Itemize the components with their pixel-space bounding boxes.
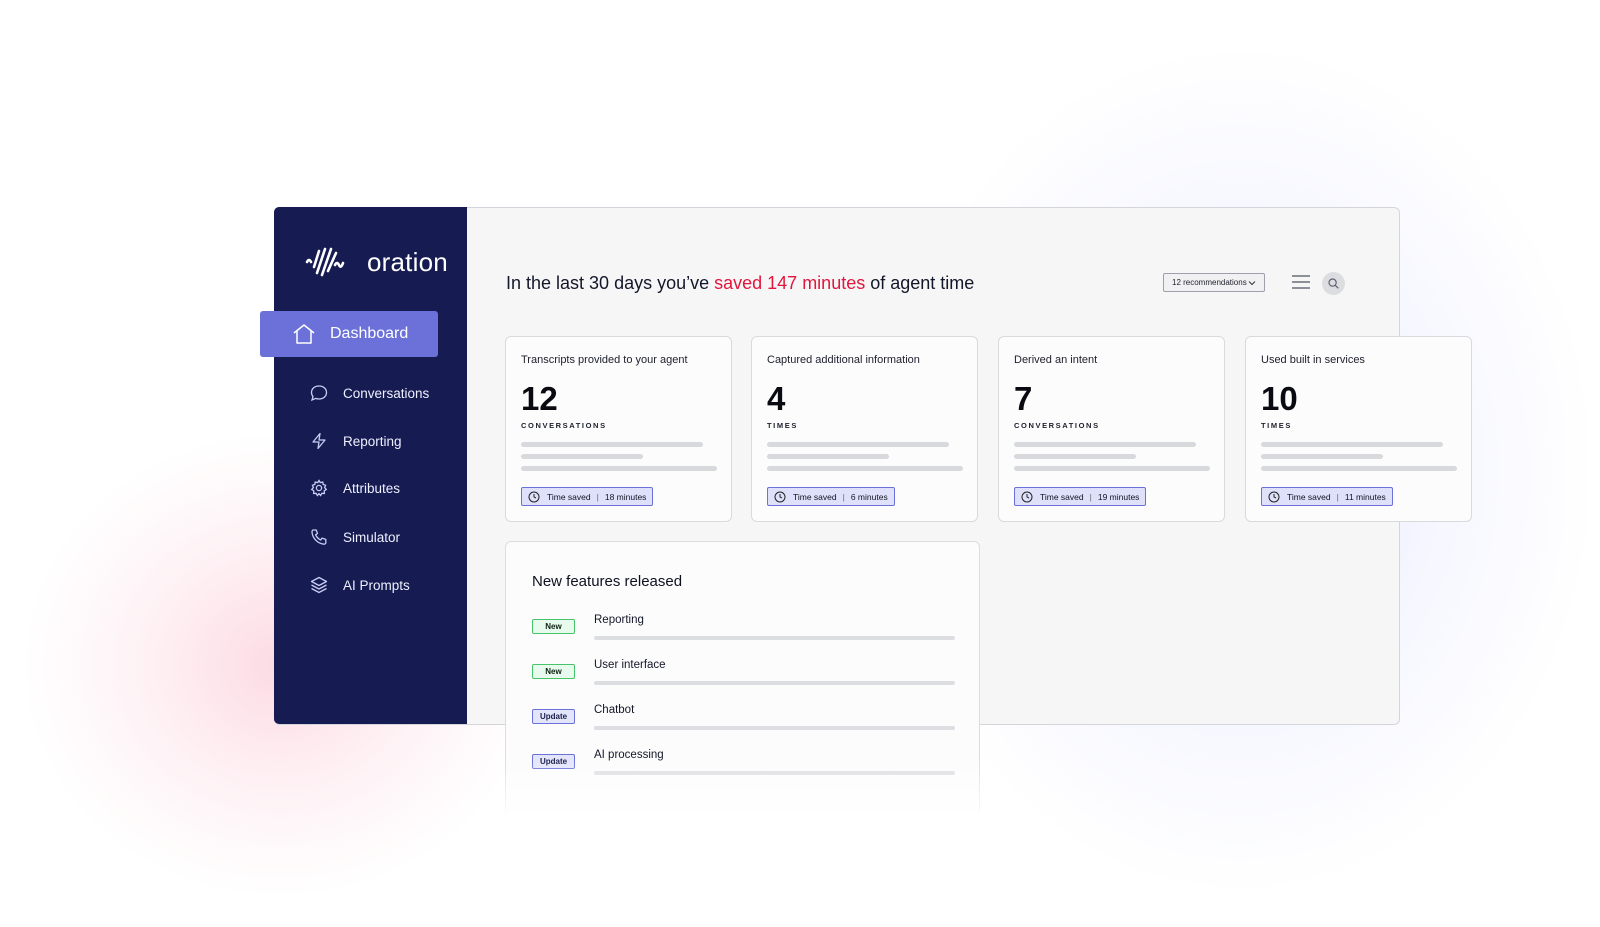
gear-icon	[310, 479, 328, 497]
time-saved-label: Time saved	[1287, 491, 1331, 502]
time-saved-value: 19 minutes	[1097, 491, 1140, 502]
card-title: Used built in services	[1261, 354, 1365, 366]
card-unit: TIMES	[1261, 421, 1292, 430]
fade-overlay	[500, 760, 985, 820]
feature-item-reporting[interactable]: New Reporting	[532, 614, 962, 644]
feature-label: User interface	[594, 659, 666, 671]
waveform-logo-icon	[305, 245, 361, 279]
time-saved-badge: Time saved | 6 minutes	[767, 487, 895, 506]
time-saved-value: 11 minutes	[1344, 491, 1386, 502]
time-saved-label: Time saved	[547, 491, 591, 502]
clock-icon	[1021, 491, 1033, 503]
sidebar-item-label: Attributes	[343, 480, 401, 496]
placeholder-line	[767, 454, 889, 459]
card-value: 12	[521, 380, 558, 417]
brand-name: oration	[367, 246, 448, 277]
placeholder-line	[521, 454, 643, 459]
placeholder-line	[594, 681, 955, 685]
sidebar-item-label: Conversations	[343, 385, 430, 401]
dropdown-label: 12 recommendations	[1172, 278, 1247, 287]
hamburger-menu-icon[interactable]	[1292, 275, 1310, 294]
clock-icon	[528, 491, 540, 503]
card-title: Captured additional information	[767, 354, 920, 366]
placeholder-line	[767, 442, 949, 447]
placeholder-line	[767, 466, 963, 471]
feature-label: Reporting	[594, 614, 644, 626]
sidebar-item-label: Simulator	[343, 529, 401, 545]
feature-label: Chatbot	[594, 704, 635, 716]
search-icon	[1328, 278, 1339, 289]
time-saved-label: Time saved	[1040, 491, 1084, 502]
stat-card-intent[interactable]: Derived an intent 7 CONVERSATIONS Time s…	[998, 336, 1225, 522]
placeholder-line	[521, 442, 703, 447]
headline-text: In the last 30 days you’ve	[506, 273, 715, 293]
phone-icon	[310, 528, 328, 546]
clock-icon	[774, 491, 786, 503]
time-saved-label: Time saved	[793, 491, 837, 502]
stat-card-transcripts[interactable]: Transcripts provided to your agent 12 CO…	[505, 336, 732, 522]
card-value: 7	[1014, 380, 1033, 417]
card-unit: CONVERSATIONS	[521, 421, 607, 430]
placeholder-line	[1261, 442, 1443, 447]
brand-logo[interactable]: oration	[305, 244, 448, 280]
sidebar-item-attributes[interactable]: Attributes	[310, 475, 400, 501]
placeholder-line	[1014, 466, 1210, 471]
card-title: Derived an intent	[1014, 354, 1098, 366]
card-value: 4	[767, 380, 786, 417]
chat-bubble-icon	[310, 384, 328, 402]
time-saved-badge: Time saved | 19 minutes	[1014, 487, 1147, 506]
search-button[interactable]	[1322, 272, 1345, 295]
panel-title: New features released	[532, 573, 683, 590]
time-saved-value: 18 minutes	[604, 491, 647, 502]
card-value: 10	[1261, 380, 1298, 417]
home-icon	[292, 323, 316, 345]
card-unit: TIMES	[767, 421, 798, 430]
sidebar-item-simulator[interactable]: Simulator	[310, 524, 400, 550]
sidebar-item-label: Reporting	[343, 433, 402, 449]
chevron-down-icon	[1248, 280, 1256, 286]
card-unit: CONVERSATIONS	[1014, 421, 1100, 430]
feature-item-chatbot[interactable]: Update Chatbot	[532, 704, 962, 734]
stat-card-additional-info[interactable]: Captured additional information 4 TIMES …	[751, 336, 978, 522]
clock-icon	[1268, 491, 1280, 503]
time-saved-value: 6 minutes	[850, 491, 888, 502]
sidebar-item-conversations[interactable]: Conversations	[310, 380, 429, 406]
placeholder-line	[1261, 454, 1383, 459]
time-saved-badge: Time saved | 11 minutes	[1261, 487, 1393, 506]
placeholder-line	[594, 726, 955, 730]
placeholder-line	[594, 636, 955, 640]
sidebar-item-dashboard[interactable]: Dashboard	[260, 311, 438, 357]
feature-item-user-interface[interactable]: New User interface	[532, 659, 962, 689]
card-title: Transcripts provided to your agent	[521, 354, 688, 366]
status-badge: Update	[532, 709, 575, 724]
page-title: In the last 30 days you’ve saved 147 min…	[506, 273, 974, 294]
placeholder-line	[521, 466, 717, 471]
sidebar	[274, 207, 467, 724]
status-badge: New	[532, 619, 575, 634]
status-badge: New	[532, 664, 575, 679]
layers-icon	[310, 576, 328, 594]
stat-card-built-in-services[interactable]: Used built in services 10 TIMES Time sav…	[1245, 336, 1472, 522]
headline-highlight: saved 147 minutes	[714, 273, 866, 293]
lightning-icon	[310, 432, 328, 450]
recommendations-dropdown[interactable]: 12 recommendations	[1163, 273, 1265, 292]
sidebar-item-label: Dashboard	[330, 325, 409, 342]
headline-text-end: of agent time	[865, 273, 975, 293]
placeholder-line	[1014, 454, 1136, 459]
time-saved-badge: Time saved | 18 minutes	[521, 487, 654, 506]
sidebar-item-label: AI Prompts	[343, 577, 410, 593]
sidebar-item-ai-prompts[interactable]: AI Prompts	[310, 572, 410, 598]
placeholder-line	[1014, 442, 1196, 447]
placeholder-line	[1261, 466, 1457, 471]
sidebar-item-reporting[interactable]: Reporting	[310, 428, 402, 454]
